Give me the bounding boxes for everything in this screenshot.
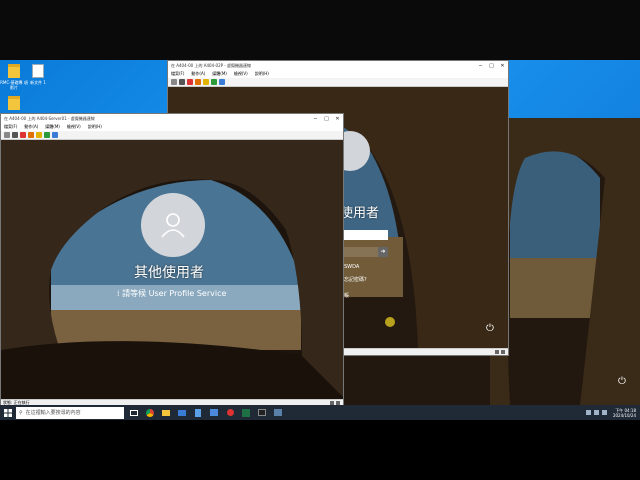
clock-date: 2024/10/24 — [612, 412, 636, 418]
service-message: 請等候 User Profile Service — [122, 289, 227, 298]
vm-front-toolbar — [1, 131, 343, 140]
status-icon — [501, 350, 505, 354]
folder-icon — [8, 64, 20, 78]
taskbar-clock[interactable]: 下午 04:18 2024/10/24 — [613, 408, 636, 418]
volume-icon[interactable] — [593, 410, 599, 415]
vm-front-menubar: 檔案(F) 動作(A) 媒體(M) 檢視(V) 說明(H) — [1, 123, 343, 131]
desktop-icon-doc[interactable]: 新文件 1 — [24, 64, 52, 85]
vm-back-titlebar[interactable]: 在 A404-00 上的 A404-02P - 虛擬機器連線 ─ □ ✕ — [168, 61, 508, 70]
user-name: 使用者 — [340, 206, 380, 221]
menu-item-view[interactable]: 檢視(V) — [67, 124, 81, 130]
account-text: 帳 — [344, 293, 350, 299]
clock-time: 下午 04:18 — [615, 407, 636, 413]
password-hint: SWDA — [344, 264, 360, 270]
search-placeholder: 在這裡輸入要搜尋的內容 — [25, 410, 81, 416]
user-icon — [161, 213, 185, 238]
maximize-button[interactable]: □ — [486, 61, 497, 70]
shutdown-icon[interactable] — [195, 79, 201, 85]
taskbar-search[interactable]: ⚲ 在這裡輸入要搜尋的內容 — [16, 406, 124, 419]
submit-arrow-icon[interactable]: ➜ — [378, 247, 388, 257]
password-field[interactable] — [344, 247, 378, 257]
maximize-button[interactable]: □ — [321, 114, 332, 123]
power-icon[interactable]: ⏻ — [618, 376, 626, 387]
avatar — [141, 193, 205, 257]
folder-icon — [8, 96, 20, 110]
forgot-password-link[interactable]: 忘記密碼? — [344, 276, 367, 283]
windows-icon — [4, 408, 12, 417]
document-icon — [32, 64, 44, 78]
host-taskbar: ⚲ 在這裡輸入要搜尋的內容 下午 04:18 2024/10/24 — [0, 405, 640, 420]
pause-icon[interactable] — [36, 132, 42, 138]
system-tray — [585, 410, 607, 415]
window-title: 在 A404-00 上的 A404-02P - 虛擬機器連線 — [171, 62, 252, 68]
menu-item-action[interactable]: 動作(A) — [191, 71, 205, 77]
turn-off-icon[interactable] — [187, 79, 193, 85]
username-field[interactable] — [344, 230, 388, 240]
close-button[interactable]: ✕ — [497, 61, 508, 70]
window-title: 在 A404-00 上的 A404-Server01 - 虛擬機器連線 — [4, 115, 95, 121]
vm-window-front[interactable]: 在 A404-00 上的 A404-Server01 - 虛擬機器連線 ─ □ ✕ … — [0, 113, 344, 407]
spinner-icon: ⁞ — [117, 289, 120, 298]
start-button[interactable] — [0, 405, 16, 420]
minimize-button[interactable]: ─ — [475, 61, 486, 70]
menu-item-help[interactable]: 說明(H) — [255, 71, 269, 77]
reset-icon[interactable] — [44, 132, 50, 138]
store-icon[interactable] — [208, 407, 220, 419]
reset-icon[interactable] — [211, 79, 217, 85]
ctrl-alt-del-icon[interactable] — [171, 79, 177, 85]
pause-icon[interactable] — [203, 79, 209, 85]
vm-back-menubar: 檔案(F) 動作(A) 媒體(M) 檢視(V) 說明(H) — [168, 70, 508, 78]
host-screen: RMC-基礎專 項影片 新文件 1 ⏻ 在 A404-00 上的 A404-02… — [0, 0, 640, 420]
search-icon: ⚲ — [19, 409, 23, 416]
ime-icon[interactable] — [601, 410, 607, 415]
close-button[interactable]: ✕ — [332, 114, 343, 123]
network-icon[interactable] — [585, 410, 591, 415]
menu-item-file[interactable]: 檔案(F) — [171, 71, 184, 77]
minimize-button[interactable]: ─ — [310, 114, 321, 123]
task-view-icon[interactable] — [128, 407, 140, 419]
status-icon — [495, 350, 499, 354]
power-icon[interactable]: ⏻ — [486, 323, 494, 334]
start-icon[interactable] — [12, 132, 18, 138]
desktop-icon-label: 新文件 1 — [30, 80, 46, 85]
ctrl-alt-del-icon[interactable] — [4, 132, 10, 138]
service-message-row: ⁞ 請等候 User Profile Service — [117, 288, 226, 299]
vm-back-toolbar — [168, 78, 508, 87]
hyperv-icon[interactable] — [272, 407, 284, 419]
menu-item-media[interactable]: 媒體(M) — [45, 124, 60, 130]
turn-off-icon[interactable] — [20, 132, 26, 138]
user-name: 其他使用者 — [134, 265, 204, 281]
menu-item-file[interactable]: 檔案(F) — [4, 124, 17, 130]
photos-icon[interactable] — [176, 407, 188, 419]
letterbox-bottom — [0, 420, 640, 480]
desktop-icon-folder[interactable] — [0, 96, 28, 112]
menu-item-media[interactable]: 媒體(M) — [212, 71, 227, 77]
vm-front-titlebar[interactable]: 在 A404-00 上的 A404-Server01 - 虛擬機器連線 ─ □ ✕ — [1, 114, 343, 123]
checkpoint-icon[interactable] — [52, 132, 58, 138]
menu-item-help[interactable]: 說明(H) — [88, 124, 102, 130]
terminal-icon[interactable] — [256, 407, 268, 419]
explorer-icon[interactable] — [160, 407, 172, 419]
start-icon[interactable] — [179, 79, 185, 85]
excel-icon[interactable] — [240, 407, 252, 419]
menu-item-view[interactable]: 檢視(V) — [234, 71, 248, 77]
chrome-icon[interactable] — [144, 407, 156, 419]
checkpoint-icon[interactable] — [219, 79, 225, 85]
record-icon[interactable] — [224, 407, 236, 419]
shutdown-icon[interactable] — [28, 132, 34, 138]
vm-front-lockscreen: 其他使用者 ⁞ 請等候 User Profile Service — [1, 140, 343, 399]
menu-item-action[interactable]: 動作(A) — [24, 124, 38, 130]
calculator-icon[interactable] — [192, 407, 204, 419]
